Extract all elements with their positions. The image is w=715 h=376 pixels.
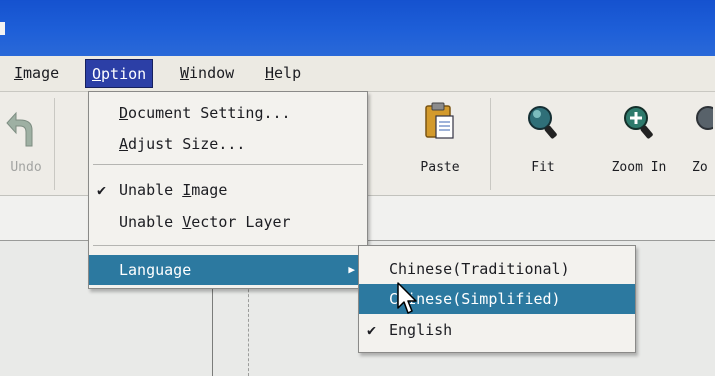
toolbar-separator	[490, 98, 491, 190]
language-option-label: Chinese(Traditional)	[389, 260, 570, 278]
menu-bar: Image Option Window Help	[0, 56, 715, 92]
menu-image-mnemonic: I	[14, 64, 24, 82]
zoom-out-button[interactable]: Zo	[689, 92, 715, 195]
menu-item-document-setting[interactable]: Document Setting...	[89, 98, 367, 128]
menu-window-mnemonic: W	[180, 64, 190, 82]
language-chinese-traditional[interactable]: Chinese(Traditional)	[359, 254, 635, 284]
menu-image[interactable]: Image	[8, 59, 65, 88]
checkmark-icon: ✔	[97, 181, 107, 199]
document-setting-mnemonic: D	[119, 104, 129, 122]
toolbar-separator	[54, 98, 55, 190]
title-bar	[0, 0, 715, 56]
menu-option[interactable]: Option	[85, 59, 154, 88]
menu-item-adjust-size[interactable]: Adjust Size...	[89, 129, 367, 159]
unable-vector-label: ector Layer	[191, 213, 291, 231]
zoom-in-label: Zoom In	[611, 160, 667, 175]
menu-item-unable-image[interactable]: ✔ Unable Image	[89, 175, 367, 205]
system-menu-icon[interactable]	[0, 22, 5, 35]
unable-image-prefix: Unable	[119, 181, 183, 199]
menu-image-label: mage	[23, 64, 60, 82]
document-setting-label: ocument Setting...	[128, 104, 291, 122]
option-menu: Document Setting... Adjust Size... ✔ Una…	[88, 91, 368, 289]
magnifier-icon	[528, 106, 557, 139]
menu-help-mnemonic: H	[265, 64, 275, 82]
menu-option-mnemonic: O	[92, 65, 102, 83]
undo-arrow-icon	[6, 111, 33, 147]
adjust-size-label: djust Size...	[128, 135, 246, 153]
undo-label: Undo	[10, 160, 42, 175]
language-english[interactable]: ✔ English	[359, 315, 635, 345]
unable-vector-mnemonic: V	[182, 213, 192, 231]
menu-help[interactable]: Help	[259, 59, 307, 88]
unable-image-label: mage	[191, 181, 228, 199]
fit-button[interactable]: Fit	[503, 92, 583, 195]
menu-item-unable-vector-layer[interactable]: Unable Vector Layer	[89, 207, 367, 237]
unable-image-mnemonic: I	[182, 181, 192, 199]
submenu-arrow-icon: ▶	[348, 263, 355, 276]
menu-window[interactable]: Window	[174, 59, 240, 88]
zoom-in-button[interactable]: Zoom In	[593, 92, 685, 195]
menu-separator	[93, 164, 363, 165]
menu-separator	[93, 245, 363, 246]
adjust-size-mnemonic: A	[119, 135, 129, 153]
mouse-pointer-icon	[397, 282, 417, 314]
paste-button[interactable]: Paste	[395, 92, 485, 195]
menu-option-label: ption	[101, 65, 147, 83]
zoom-out-label: Zo	[692, 160, 708, 175]
zoom-in-icon	[624, 106, 653, 139]
clipboard-icon	[425, 102, 454, 139]
paste-label: Paste	[420, 160, 460, 175]
language-label: Language	[119, 261, 192, 279]
undo-button[interactable]: Undo	[0, 92, 52, 195]
unable-vector-prefix: Unable	[119, 213, 183, 231]
menu-window-label: indow	[189, 64, 235, 82]
menu-item-language[interactable]: Language ▶	[89, 255, 367, 285]
zoom-out-icon	[696, 106, 713, 130]
checkmark-icon: ✔	[367, 321, 377, 339]
fit-label: Fit	[531, 160, 555, 175]
menu-help-label: elp	[274, 64, 302, 82]
language-option-label: English	[389, 321, 453, 339]
